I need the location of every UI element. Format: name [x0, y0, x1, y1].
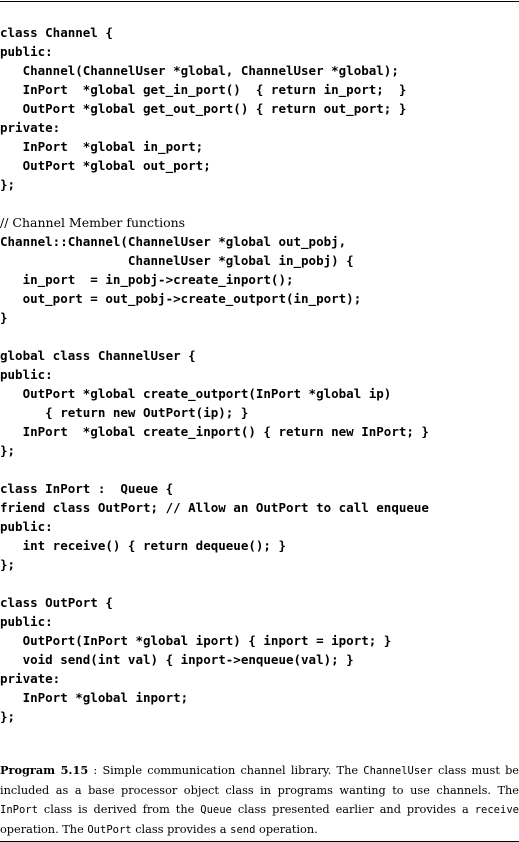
code-line: private: — [0, 671, 61, 686]
code-line: InPort *global inport; — [0, 690, 189, 705]
caption-code: ChannelUser — [363, 765, 433, 777]
caption-text: Simple communication channel library. Th… — [102, 764, 364, 777]
code-comment-line: // Channel Member functions — [0, 215, 186, 230]
caption-text: class provides a — [131, 823, 231, 836]
code-line: public: — [0, 367, 53, 382]
code-line: InPort *global get_in_port() { return in… — [0, 82, 407, 97]
code-line: Channel::Channel(ChannelUser *global out… — [0, 234, 347, 249]
code-line: Channel(ChannelUser *global, ChannelUser… — [0, 63, 399, 78]
code-line: InPort *global in_port; — [0, 139, 204, 154]
code-line: OutPort *global out_port; — [0, 158, 211, 173]
code-line: }; — [0, 443, 16, 458]
caption-text: operation. The — [0, 823, 88, 836]
code-listing: class Channel { public: Channel(ChannelUs… — [0, 23, 429, 726]
code-line: OutPort(InPort *global iport) { inport =… — [0, 633, 392, 648]
caption-text: class is derived from the — [37, 803, 201, 816]
code-line: ChannelUser *global in_pobj) { — [0, 253, 354, 268]
code-line: }; — [0, 709, 16, 724]
caption-code: receive — [474, 804, 519, 816]
code-line: global class ChannelUser { — [0, 348, 196, 363]
caption-text: operation. — [255, 823, 318, 836]
code-line: } — [0, 310, 8, 325]
code-line: private: — [0, 120, 61, 135]
caption-code: InPort — [0, 804, 38, 816]
code-line: }; — [0, 557, 16, 572]
caption-code: Queue — [200, 804, 232, 816]
code-line: public: — [0, 519, 53, 534]
code-line: OutPort *global create_outport(InPort *g… — [0, 386, 392, 401]
code-line: class OutPort { — [0, 595, 113, 610]
caption-text: : — [88, 764, 103, 777]
code-line: class Channel { — [0, 25, 113, 40]
caption-label: Program 5.15 — [0, 763, 89, 777]
code-line: public: — [0, 614, 53, 629]
code-line: in_port = in_pobj->create_inport(); — [0, 272, 294, 287]
caption-code: OutPort — [87, 824, 132, 836]
code-line: class InPort : Queue { — [0, 481, 174, 496]
code-line: void send(int val) { inport->enqueue(val… — [0, 652, 354, 667]
caption-text: class presented earlier and provides a — [231, 803, 475, 816]
code-line: int receive() { return dequeue(); } — [0, 538, 286, 553]
top-rule — [0, 1, 519, 2]
code-line: out_port = out_pobj->create_outport(in_p… — [0, 291, 362, 306]
program-caption: Program 5.15 : Simple communication chan… — [0, 761, 519, 840]
code-line: InPort *global create_inport() { return … — [0, 424, 429, 439]
code-line: OutPort *global get_out_port() { return … — [0, 101, 407, 116]
caption-code: send — [230, 824, 256, 836]
code-line: { return new OutPort(ip); } — [0, 405, 249, 420]
code-line: }; — [0, 177, 16, 192]
code-line: public: — [0, 44, 53, 59]
code-line: friend class OutPort; // Allow an OutPor… — [0, 500, 429, 515]
